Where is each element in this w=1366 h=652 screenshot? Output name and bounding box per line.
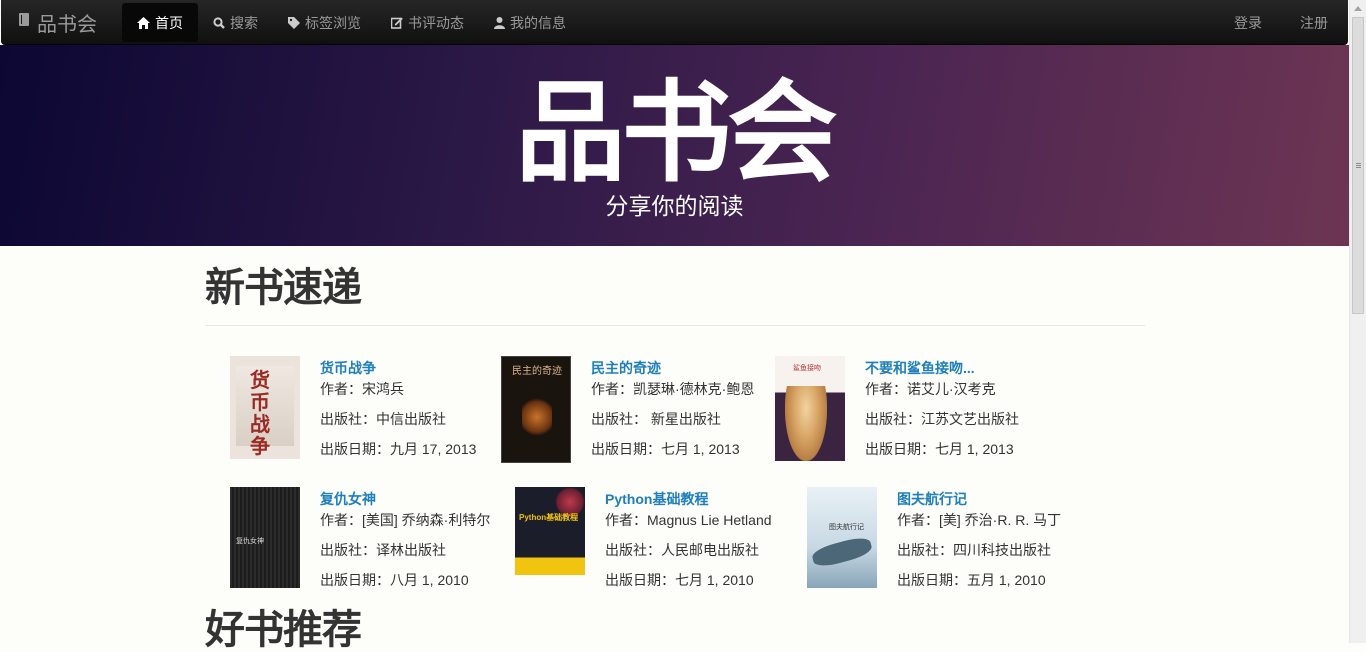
book-title[interactable]: 图夫航行记 bbox=[897, 490, 1061, 508]
search-icon bbox=[213, 16, 225, 29]
book-card: 图夫航行记 图夫航行记 作者：[美] 乔治·R. R. 马丁 出版社：四川科技出… bbox=[807, 487, 1061, 589]
book-publisher: 出版社：江苏文艺出版社 bbox=[865, 411, 1019, 427]
nav-reviews-label: 书评动态 bbox=[408, 14, 464, 31]
book-publisher: 出版社： 新星出版社 bbox=[591, 411, 721, 427]
cover-text: 复仇女神 bbox=[236, 538, 264, 545]
main-nav: 首页 搜索 标签浏览 书评动态 我的信息 bbox=[122, 3, 581, 42]
book-info: 图夫航行记 作者：[美] 乔治·R. R. 马丁 出版社：四川科技出版社 出版日… bbox=[897, 487, 1061, 589]
book-publisher: 出版社：译林出版社 bbox=[320, 542, 446, 558]
nav-home-label: 首页 bbox=[155, 14, 183, 31]
hero-title: 品书会 bbox=[515, 69, 838, 197]
book-card: 民主的奇迹 民主的奇迹 作者：凯瑟琳·德林克·鲍恩 出版社： 新星出版社 出版日… bbox=[501, 356, 754, 463]
auth-nav: 登录 注册 bbox=[1214, 0, 1348, 45]
cover-text: Python基础教程 bbox=[519, 513, 579, 522]
user-icon bbox=[494, 16, 505, 29]
book-card: Python基础教程 Python基础教程 作者：Magnus Lie Hetl… bbox=[515, 487, 772, 589]
book-title[interactable]: 复仇女神 bbox=[320, 490, 490, 508]
book-card: 复仇女神 复仇女神 作者：[美国] 乔纳森·利特尔 出版社：译林出版社 出版日期… bbox=[230, 487, 490, 589]
edit-icon bbox=[391, 17, 403, 29]
book-publisher: 出版社：四川科技出版社 bbox=[897, 542, 1051, 558]
book-author: 作者：Magnus Lie Hetland bbox=[605, 512, 772, 528]
book-cover[interactable]: 鲨鱼接吻 bbox=[775, 356, 845, 461]
nav-search[interactable]: 搜索 bbox=[198, 3, 273, 42]
nav-tags[interactable]: 标签浏览 bbox=[273, 3, 376, 42]
scroll-up-arrow-icon[interactable] bbox=[1354, 6, 1362, 11]
book-cover[interactable]: 复仇女神 bbox=[230, 487, 300, 588]
book-author: 作者：[美] 乔治·R. R. 马丁 bbox=[897, 512, 1062, 528]
book-publisher: 出版社：人民邮电出版社 bbox=[605, 542, 759, 558]
book-date: 出版日期：七月 1, 2013 bbox=[591, 441, 740, 457]
book-cover[interactable]: 图夫航行记 bbox=[807, 487, 877, 588]
book-author: 作者：诺艾儿·汉考克 bbox=[865, 381, 996, 397]
book-date: 出版日期：七月 1, 2013 bbox=[865, 441, 1014, 457]
book-info: 复仇女神 作者：[美国] 乔纳森·利特尔 出版社：译林出版社 出版日期：八月 1… bbox=[320, 487, 490, 589]
book-date: 出版日期：八月 1, 2010 bbox=[320, 572, 469, 588]
section-title-new-books: 新书速递 bbox=[205, 266, 362, 310]
nav-profile[interactable]: 我的信息 bbox=[479, 3, 581, 42]
nav-search-label: 搜索 bbox=[230, 14, 258, 31]
book-cover[interactable]: 货币战争 bbox=[230, 356, 300, 459]
book-info: Python基础教程 作者：Magnus Lie Hetland 出版社：人民邮… bbox=[605, 487, 772, 589]
brand-link[interactable]: 品书会 bbox=[19, 0, 97, 45]
cover-text: 鲨鱼接吻 bbox=[793, 365, 821, 372]
login-link[interactable]: 登录 bbox=[1214, 3, 1280, 42]
nav-home[interactable]: 首页 bbox=[122, 3, 198, 42]
book-author: 作者：[美国] 乔纳森·利特尔 bbox=[320, 512, 491, 528]
section-title-recommended: 好书推荐 bbox=[205, 608, 362, 652]
cover-text: 图夫航行记 bbox=[829, 524, 864, 531]
book-publisher: 出版社：中信出版社 bbox=[320, 411, 446, 427]
home-icon bbox=[137, 16, 150, 29]
book-info: 民主的奇迹 作者：凯瑟琳·德林克·鲍恩 出版社： 新星出版社 出版日期：七月 1… bbox=[591, 356, 754, 463]
book-date: 出版日期：七月 1, 2010 bbox=[605, 572, 754, 588]
book-author: 作者：宋鸿兵 bbox=[320, 381, 404, 397]
hero-banner: 品书会 分享你的阅读 bbox=[0, 45, 1349, 246]
nav-profile-label: 我的信息 bbox=[510, 14, 566, 31]
register-link[interactable]: 注册 bbox=[1280, 3, 1348, 42]
book-date: 出版日期：五月 1, 2010 bbox=[897, 572, 1046, 588]
nav-reviews[interactable]: 书评动态 bbox=[376, 3, 479, 42]
book-card: 货币战争 货币战争 作者：宋鸿兵 出版社：中信出版社 出版日期：九月 17, 2… bbox=[230, 356, 476, 459]
book-title[interactable]: 货币战争 bbox=[320, 359, 476, 377]
nav-tags-label: 标签浏览 bbox=[305, 14, 361, 31]
cover-text: 货币战争 bbox=[250, 370, 270, 458]
book-title[interactable]: 不要和鲨鱼接吻... bbox=[865, 359, 1019, 377]
book-info: 货币战争 作者：宋鸿兵 出版社：中信出版社 出版日期：九月 17, 2013 bbox=[320, 356, 476, 459]
book-author: 作者：凯瑟琳·德林克·鲍恩 bbox=[591, 381, 755, 397]
scrollbar-thumb[interactable] bbox=[1352, 17, 1364, 314]
book-date: 出版日期：九月 17, 2013 bbox=[320, 441, 477, 457]
section-divider bbox=[205, 325, 1145, 326]
hero-subtitle: 分享你的阅读 bbox=[605, 193, 744, 219]
tag-icon bbox=[288, 16, 300, 29]
book-cover[interactable]: 民主的奇迹 bbox=[501, 356, 571, 463]
vertical-scrollbar[interactable] bbox=[1349, 0, 1366, 643]
cover-text: 民主的奇迹 bbox=[512, 366, 562, 377]
book-info: 不要和鲨鱼接吻... 作者：诺艾儿·汉考克 出版社：江苏文艺出版社 出版日期：七… bbox=[865, 356, 1019, 461]
top-navbar: 品书会 首页 搜索 标签浏览 书评动态 我的信息 登录 注册 bbox=[1, 0, 1348, 45]
book-title[interactable]: Python基础教程 bbox=[605, 490, 772, 508]
brand-label: 品书会 bbox=[37, 14, 97, 36]
book-card: 鲨鱼接吻 不要和鲨鱼接吻... 作者：诺艾儿·汉考克 出版社：江苏文艺出版社 出… bbox=[775, 356, 1019, 461]
book-cover[interactable]: Python基础教程 bbox=[515, 487, 585, 575]
book-title[interactable]: 民主的奇迹 bbox=[591, 359, 754, 377]
book-icon bbox=[19, 13, 29, 26]
